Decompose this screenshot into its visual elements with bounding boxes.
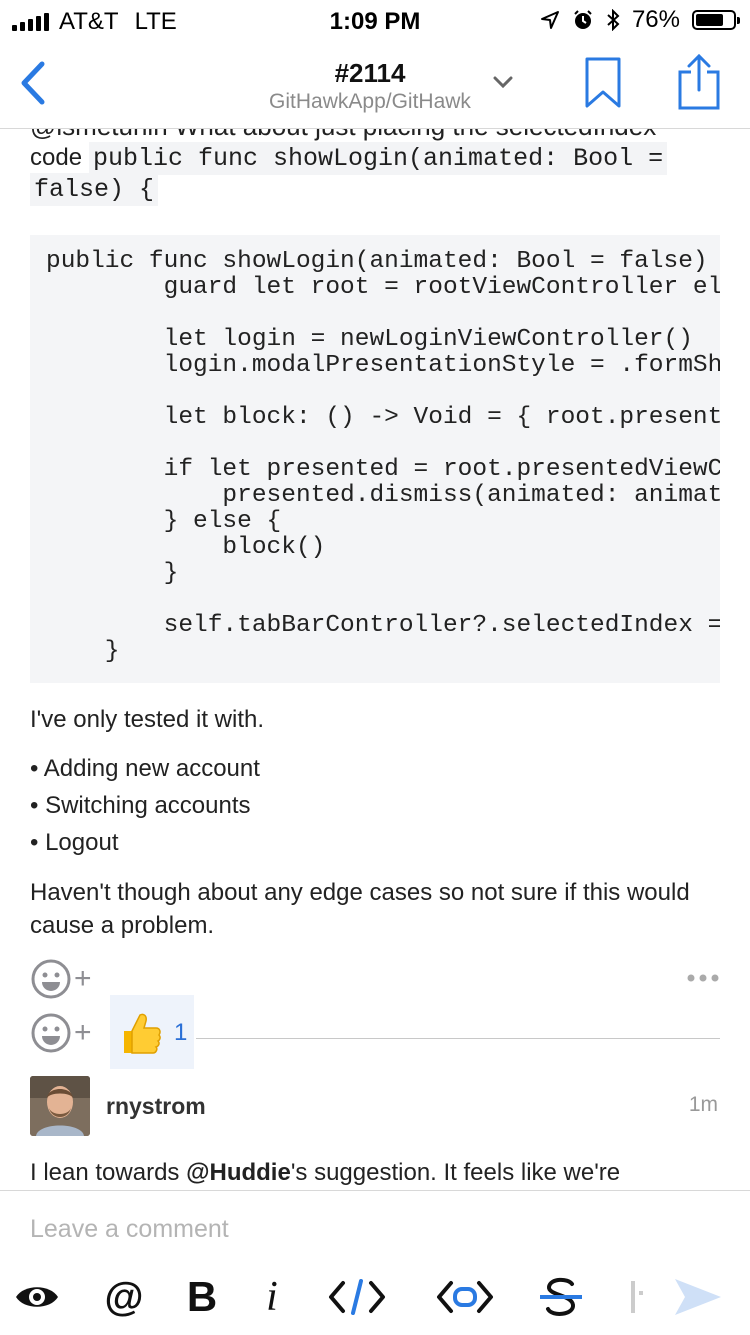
heading-icon[interactable] <box>628 1269 644 1325</box>
send-icon[interactable] <box>672 1269 724 1325</box>
location-icon <box>540 11 559 29</box>
list-item: • Switching accounts <box>30 792 251 819</box>
status-bar: AT&T LTE 1:09 PM 76% <box>0 0 750 40</box>
comment-body: I lean towards @Huddie's suggestion. It … <box>30 1156 620 1189</box>
bookmark-icon[interactable] <box>584 56 622 112</box>
markdown-toolbar: @ B i <box>0 1269 750 1325</box>
comment-divider <box>196 1038 720 1039</box>
plus-icon: + <box>74 1016 92 1049</box>
code-label: code <box>30 144 83 171</box>
battery-percent: 76% <box>631 6 680 33</box>
strikethrough-icon[interactable] <box>538 1269 584 1325</box>
add-reaction-button[interactable]: + <box>30 958 92 1000</box>
bold-icon[interactable]: B <box>180 1269 224 1325</box>
code-block[interactable]: public func showLogin(animated: Bool = f… <box>30 235 720 683</box>
inline-code-2: false) { <box>30 173 159 206</box>
code-block-icon[interactable] <box>434 1269 496 1325</box>
add-reaction-button[interactable]: + <box>30 1012 92 1054</box>
bluetooth-icon <box>607 9 620 31</box>
tested-text: I've only tested it with. <box>30 706 265 733</box>
italic-icon[interactable]: i <box>256 1269 288 1325</box>
user-mention-link[interactable]: @Huddie <box>186 1159 291 1186</box>
repo-subtitle[interactable]: GitHawkApp/GitHawk <box>0 90 740 114</box>
comment-timestamp: 1m <box>688 1093 718 1116</box>
smiley-icon <box>31 959 71 999</box>
comment-author[interactable]: rnystrom <box>106 1093 206 1120</box>
battery-fill <box>696 14 724 26</box>
list-item-text: Adding new account <box>43 755 260 782</box>
code-icon[interactable] <box>326 1269 388 1325</box>
issue-content[interactable]: @ismetunin What about just placing the s… <box>0 129 750 1190</box>
list-item-text: Logout <box>45 829 119 856</box>
status-right: 76% <box>540 6 740 34</box>
more-options-icon[interactable] <box>686 971 720 985</box>
thumbs-up-icon <box>124 1013 161 1054</box>
comment-input[interactable]: Leave a comment <box>30 1215 229 1244</box>
navigation-bar: #2114 GitHawkApp/GitHawk <box>0 40 750 129</box>
mention-icon[interactable]: @ <box>100 1269 148 1325</box>
code-block-text: public func showLogin(animated: Bool = f… <box>46 248 720 665</box>
code-line-2: false) { <box>30 173 159 206</box>
comment-text: 's suggestion. It feels like we're <box>290 1159 621 1186</box>
preview-eye-icon[interactable] <box>12 1269 62 1325</box>
share-icon[interactable] <box>676 52 722 112</box>
plus-icon: + <box>74 962 92 995</box>
comment-composer: Leave a comment @ B i <box>0 1190 750 1335</box>
avatar[interactable] <box>30 1076 90 1136</box>
issue-number-title[interactable]: #2114 <box>0 58 740 89</box>
list-item: • Logout <box>30 829 119 856</box>
battery-icon <box>692 10 740 30</box>
list-item-text: Switching accounts <box>45 792 251 819</box>
reaction-count: 1 <box>174 1019 188 1046</box>
alarm-icon <box>574 10 592 29</box>
chevron-down-icon[interactable] <box>492 74 514 90</box>
edge-case-text: Haven't though about any edge cases so n… <box>30 879 690 939</box>
smiley-icon <box>31 1013 71 1053</box>
thumbs-up-reaction[interactable]: 1 <box>110 995 194 1069</box>
code-line-1: code public func showLogin(animated: Boo… <box>30 142 668 175</box>
comment-text: I lean towards <box>30 1159 187 1186</box>
partial-comment-line: @ismetunin What about just placing the s… <box>30 129 656 142</box>
inline-code-1: public func showLogin(animated: Bool = <box>89 142 668 175</box>
list-item: • Adding new account <box>30 755 260 782</box>
avatar-image <box>30 1076 90 1136</box>
